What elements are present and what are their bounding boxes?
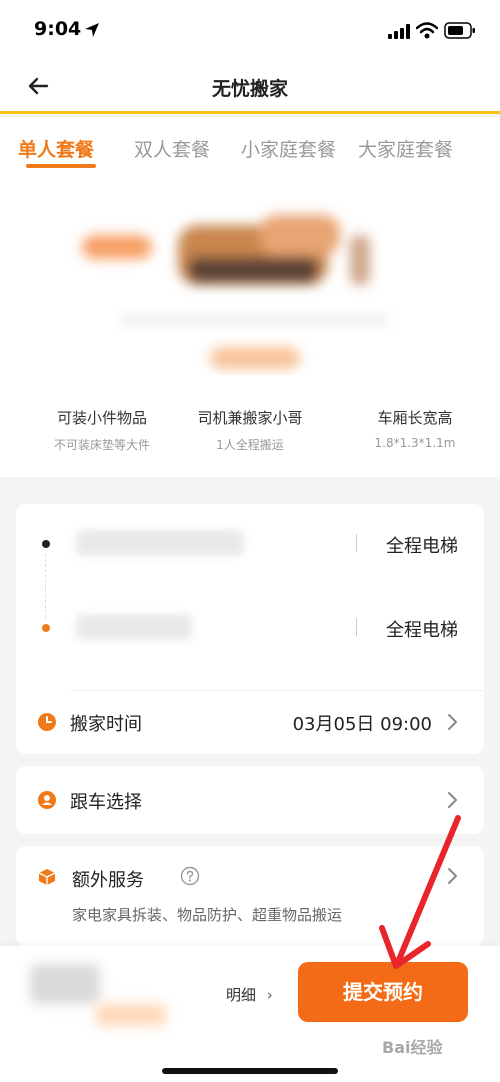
follow-car-label: 跟车选择 [70, 792, 142, 813]
feature-subtitle: 不可装床垫等大件 [53, 438, 150, 452]
nav-bar: 无忧搬家 [0, 62, 500, 114]
status-bar: 9:04 [0, 0, 500, 62]
feature-title: 车厢长宽高 [377, 409, 453, 427]
tab-small-family-package[interactable]: 小家庭套餐 [241, 135, 336, 162]
location-arrow-icon [85, 23, 99, 37]
feature-subtitle: 1.8*1.3*1.1m [374, 436, 456, 450]
price-note-blurred [96, 1004, 166, 1026]
feature-title: 司机兼搬家小哥 [197, 409, 303, 427]
chevron-right-icon [448, 792, 457, 808]
row-divider [70, 690, 484, 691]
status-time: 9:04 [34, 18, 82, 40]
divider [356, 618, 357, 636]
feature-subtitle: 1人全程搬运 [216, 438, 284, 452]
extra-service-label: 额外服务 [72, 870, 144, 891]
watermark-logo: Bai经验 [382, 1038, 443, 1057]
wifi-icon [416, 22, 438, 39]
submit-booking-button[interactable]: 提交预约 [298, 962, 468, 1022]
home-indicator [162, 1068, 338, 1074]
feature-title: 可装小件物品 [56, 409, 147, 427]
active-tab-indicator [26, 164, 96, 168]
destination-elevator-option[interactable]: 全程电梯 [386, 616, 458, 642]
help-circle-icon[interactable] [180, 866, 200, 886]
person-icon [38, 791, 56, 809]
chevron-right-icon [448, 714, 457, 730]
package-tabs: 单人套餐 双人套餐 小家庭套餐 大家庭套餐 [0, 117, 500, 177]
address-card: 全程电梯 全程电梯 搬家时间 03月05日 09:00 [16, 504, 484, 754]
tab-double-package[interactable]: 双人套餐 [134, 135, 210, 162]
divider [356, 534, 357, 552]
route-line [45, 554, 47, 618]
extra-service-description: 家电家具拆装、物品防护、超重物品搬运 [72, 906, 343, 924]
price-blurred [30, 964, 100, 1004]
chevron-right-icon: › [266, 986, 273, 1004]
van-image [82, 215, 390, 369]
annotation-arrow-icon [379, 815, 461, 969]
destination-address-blurred[interactable] [76, 614, 192, 640]
price-detail-link[interactable]: 明细 › [226, 984, 273, 1005]
feature-driver: 司机兼搬家小哥 1人全程搬运 [184, 407, 316, 453]
battery-icon [444, 22, 475, 39]
cellular-signal-icon [388, 24, 410, 39]
feature-cargo-size: 车厢长宽高 1.8*1.3*1.1m [360, 407, 470, 450]
package-box-icon [38, 869, 56, 885]
package-hero: 可装小件物品 不可装床垫等大件 司机兼搬家小哥 1人全程搬运 车厢长宽高 1.8… [0, 177, 500, 477]
tab-large-family-package[interactable]: 大家庭套餐 [358, 135, 453, 162]
origin-dot-icon [42, 540, 50, 548]
feature-capacity: 可装小件物品 不可装床垫等大件 [38, 407, 166, 453]
moving-time-label: 搬家时间 [70, 714, 142, 735]
origin-elevator-option[interactable]: 全程电梯 [386, 532, 458, 558]
clock-icon [38, 713, 56, 731]
detail-label: 明细 [226, 986, 257, 1004]
tab-single-package[interactable]: 单人套餐 [18, 135, 94, 162]
destination-dot-icon [42, 624, 50, 632]
moving-time-value[interactable]: 03月05日 09:00 [293, 710, 432, 736]
page-title: 无忧搬家 [211, 78, 288, 100]
origin-address-blurred[interactable] [76, 530, 244, 556]
